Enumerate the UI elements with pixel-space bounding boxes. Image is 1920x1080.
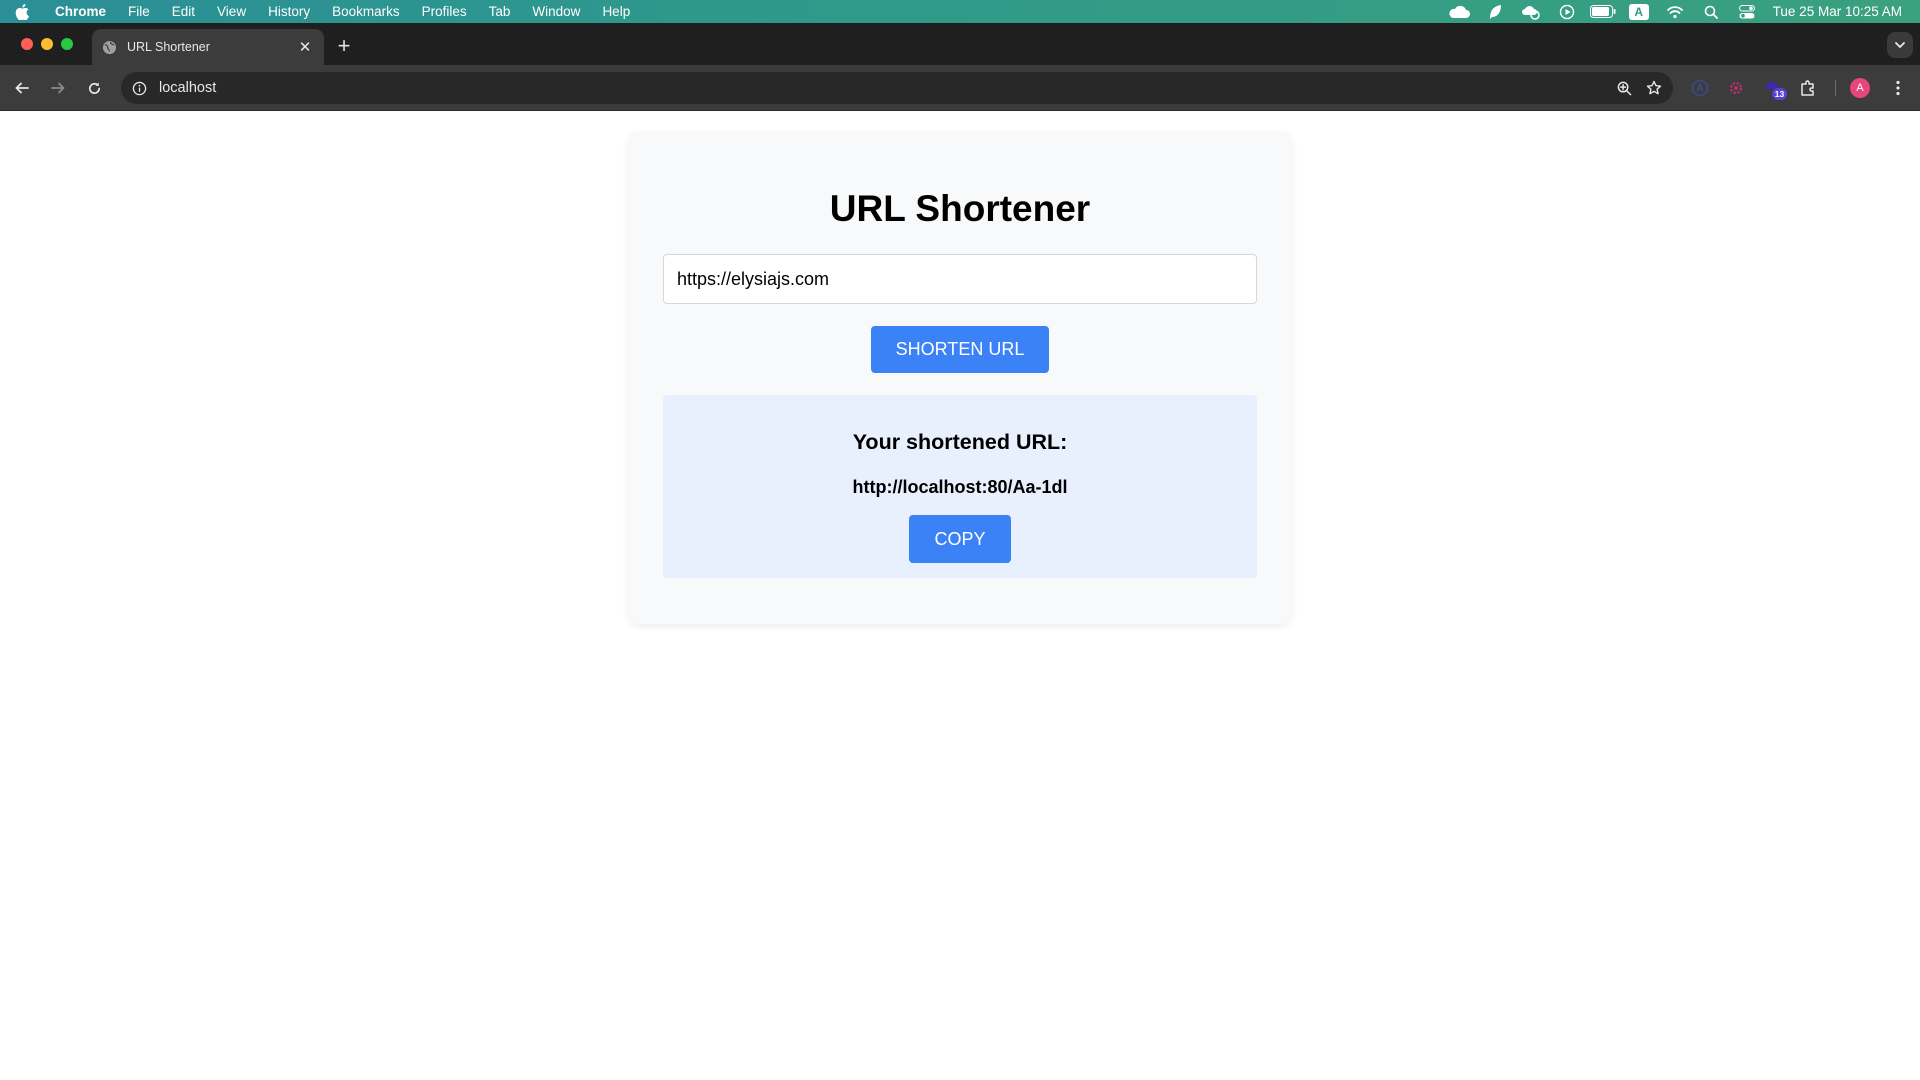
control-center-icon[interactable] [1729, 0, 1765, 23]
menu-help[interactable]: Help [591, 0, 641, 23]
extension-badge-count: 13 [1772, 88, 1787, 100]
menubar-clock[interactable]: Tue 25 Mar 10:25 AM [1773, 4, 1902, 19]
tab-title: URL Shortener [127, 40, 210, 54]
battery-icon[interactable] [1585, 0, 1621, 23]
cloud-icon[interactable] [1441, 0, 1477, 23]
new-tab-button[interactable]: + [333, 35, 355, 58]
menu-bookmarks[interactable]: Bookmarks [321, 0, 411, 23]
backup-icon[interactable] [1513, 0, 1549, 23]
menu-edit[interactable]: Edit [161, 0, 206, 23]
arrow-left-icon [15, 82, 29, 94]
copy-button[interactable]: COPY [909, 515, 1011, 563]
profile-avatar[interactable]: A [1850, 78, 1870, 98]
arrow-right-icon [51, 82, 65, 94]
result-heading: Your shortened URL: [852, 430, 1068, 454]
url-input[interactable] [663, 254, 1257, 304]
address-text: localhost [159, 80, 217, 96]
extension-badge-icon[interactable]: 13 [1760, 76, 1787, 100]
extension-gear-icon[interactable] [1724, 76, 1748, 100]
address-bar[interactable]: localhost [121, 72, 1673, 104]
menu-app-name[interactable]: Chrome [44, 0, 117, 23]
menu-view[interactable]: View [206, 0, 257, 23]
macos-menu-bar: Chrome File Edit View History Bookmarks … [0, 0, 1920, 23]
zoom-icon[interactable] [1609, 73, 1639, 103]
input-source-label: A [1628, 3, 1649, 20]
browser-tab-strip: URL Shortener ✕ + [0, 23, 1920, 65]
extensions-puzzle-icon[interactable] [1796, 76, 1820, 100]
minimize-window-button[interactable] [41, 38, 53, 50]
more-menu-icon[interactable] [1886, 76, 1910, 100]
close-window-button[interactable] [21, 38, 33, 50]
page-viewport: URL Shortener SHORTEN URL Your shortened… [0, 112, 1920, 1080]
apple-icon[interactable] [0, 3, 44, 20]
input-source-icon[interactable]: A [1621, 0, 1657, 23]
close-tab-icon[interactable]: ✕ [296, 38, 314, 56]
shortener-card: URL Shortener SHORTEN URL Your shortened… [629, 132, 1291, 624]
result-panel: Your shortened URL: http://localhost:80/… [663, 395, 1257, 578]
spotlight-icon[interactable] [1693, 0, 1729, 23]
browser-toolbar: localhost 13 A [0, 65, 1920, 111]
menu-profiles[interactable]: Profiles [411, 0, 478, 23]
menu-tab[interactable]: Tab [478, 0, 522, 23]
wifi-icon[interactable] [1657, 0, 1693, 23]
page-title: URL Shortener [829, 188, 1091, 229]
bookmark-star-icon[interactable] [1639, 73, 1669, 103]
tab-search-button[interactable] [1887, 32, 1913, 58]
globe-icon [102, 40, 117, 55]
reload-icon [88, 81, 100, 94]
back-button[interactable] [10, 76, 34, 100]
fullscreen-window-button[interactable] [61, 38, 73, 50]
shortened-url-text: http://localhost:80/Aa-1dl [852, 477, 1068, 497]
site-info-icon[interactable] [129, 78, 149, 98]
extension-a-icon[interactable] [1688, 76, 1712, 100]
menu-file[interactable]: File [117, 0, 161, 23]
leaf-icon[interactable] [1477, 0, 1513, 23]
play-icon[interactable] [1549, 0, 1585, 23]
reload-button[interactable] [82, 76, 106, 100]
browser-tab-active[interactable]: URL Shortener ✕ [92, 29, 324, 65]
chevron-down-icon [1895, 42, 1905, 49]
toolbar-divider [1835, 80, 1836, 96]
shorten-url-button[interactable]: SHORTEN URL [871, 326, 1049, 373]
menu-history[interactable]: History [257, 0, 321, 23]
menu-window[interactable]: Window [521, 0, 591, 23]
forward-button[interactable] [46, 76, 70, 100]
